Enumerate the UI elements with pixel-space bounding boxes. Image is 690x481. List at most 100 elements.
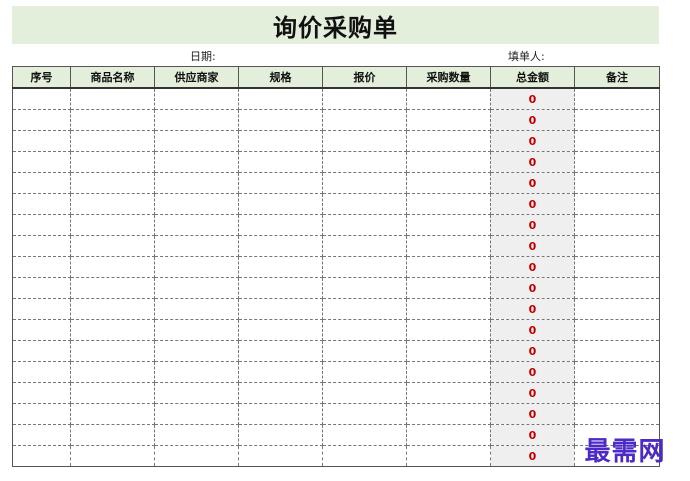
cell-price[interactable] — [322, 214, 407, 236]
cell-spec[interactable] — [238, 298, 323, 320]
cell-supplier[interactable] — [154, 130, 239, 152]
cell-spec[interactable] — [238, 382, 323, 404]
cell-spec[interactable] — [238, 445, 323, 467]
cell-supplier[interactable] — [154, 193, 239, 215]
cell-total[interactable]: 0 — [490, 193, 575, 215]
cell-price[interactable] — [322, 319, 407, 341]
cell-qty[interactable] — [406, 88, 491, 110]
cell-supplier[interactable] — [154, 424, 239, 446]
cell-note[interactable] — [574, 109, 660, 131]
cell-supplier[interactable] — [154, 277, 239, 299]
cell-spec[interactable] — [238, 319, 323, 341]
cell-note[interactable] — [574, 130, 660, 152]
cell-name[interactable] — [70, 130, 155, 152]
cell-index[interactable] — [12, 130, 71, 152]
cell-index[interactable] — [12, 277, 71, 299]
cell-total[interactable]: 0 — [490, 130, 575, 152]
cell-total[interactable]: 0 — [490, 445, 575, 467]
cell-index[interactable] — [12, 445, 71, 467]
cell-spec[interactable] — [238, 193, 323, 215]
cell-supplier[interactable] — [154, 361, 239, 383]
cell-name[interactable] — [70, 88, 155, 110]
cell-index[interactable] — [12, 340, 71, 362]
cell-qty[interactable] — [406, 172, 491, 194]
cell-index[interactable] — [12, 382, 71, 404]
cell-name[interactable] — [70, 445, 155, 467]
cell-price[interactable] — [322, 151, 407, 173]
cell-price[interactable] — [322, 256, 407, 278]
cell-name[interactable] — [70, 256, 155, 278]
cell-total[interactable]: 0 — [490, 382, 575, 404]
cell-total[interactable]: 0 — [490, 340, 575, 362]
cell-index[interactable] — [12, 319, 71, 341]
cell-spec[interactable] — [238, 403, 323, 425]
cell-total[interactable]: 0 — [490, 319, 575, 341]
cell-price[interactable] — [322, 88, 407, 110]
cell-note[interactable] — [574, 235, 660, 257]
cell-total[interactable]: 0 — [490, 403, 575, 425]
cell-note[interactable] — [574, 382, 660, 404]
cell-note[interactable] — [574, 403, 660, 425]
cell-index[interactable] — [12, 298, 71, 320]
cell-supplier[interactable] — [154, 298, 239, 320]
cell-name[interactable] — [70, 382, 155, 404]
cell-spec[interactable] — [238, 109, 323, 131]
cell-qty[interactable] — [406, 151, 491, 173]
cell-qty[interactable] — [406, 340, 491, 362]
cell-total[interactable]: 0 — [490, 109, 575, 131]
cell-qty[interactable] — [406, 424, 491, 446]
cell-price[interactable] — [322, 235, 407, 257]
cell-name[interactable] — [70, 319, 155, 341]
cell-spec[interactable] — [238, 424, 323, 446]
cell-total[interactable]: 0 — [490, 214, 575, 236]
cell-qty[interactable] — [406, 403, 491, 425]
cell-supplier[interactable] — [154, 172, 239, 194]
cell-name[interactable] — [70, 235, 155, 257]
cell-name[interactable] — [70, 361, 155, 383]
cell-qty[interactable] — [406, 193, 491, 215]
cell-supplier[interactable] — [154, 214, 239, 236]
cell-qty[interactable] — [406, 298, 491, 320]
cell-spec[interactable] — [238, 277, 323, 299]
cell-spec[interactable] — [238, 256, 323, 278]
cell-qty[interactable] — [406, 130, 491, 152]
cell-price[interactable] — [322, 424, 407, 446]
cell-qty[interactable] — [406, 445, 491, 467]
cell-name[interactable] — [70, 193, 155, 215]
cell-index[interactable] — [12, 256, 71, 278]
cell-spec[interactable] — [238, 172, 323, 194]
cell-note[interactable] — [574, 277, 660, 299]
cell-spec[interactable] — [238, 88, 323, 110]
cell-qty[interactable] — [406, 214, 491, 236]
cell-index[interactable] — [12, 151, 71, 173]
cell-total[interactable]: 0 — [490, 172, 575, 194]
cell-supplier[interactable] — [154, 340, 239, 362]
cell-spec[interactable] — [238, 361, 323, 383]
cell-price[interactable] — [322, 361, 407, 383]
cell-note[interactable] — [574, 214, 660, 236]
cell-note[interactable] — [574, 298, 660, 320]
cell-total[interactable]: 0 — [490, 361, 575, 383]
cell-spec[interactable] — [238, 235, 323, 257]
cell-name[interactable] — [70, 214, 155, 236]
cell-supplier[interactable] — [154, 403, 239, 425]
cell-total[interactable]: 0 — [490, 424, 575, 446]
cell-spec[interactable] — [238, 130, 323, 152]
cell-name[interactable] — [70, 340, 155, 362]
cell-supplier[interactable] — [154, 319, 239, 341]
cell-name[interactable] — [70, 298, 155, 320]
cell-supplier[interactable] — [154, 109, 239, 131]
cell-name[interactable] — [70, 403, 155, 425]
cell-note[interactable] — [574, 361, 660, 383]
cell-index[interactable] — [12, 424, 71, 446]
cell-qty[interactable] — [406, 235, 491, 257]
cell-total[interactable]: 0 — [490, 256, 575, 278]
cell-note[interactable] — [574, 172, 660, 194]
cell-price[interactable] — [322, 403, 407, 425]
cell-name[interactable] — [70, 151, 155, 173]
cell-qty[interactable] — [406, 277, 491, 299]
cell-spec[interactable] — [238, 340, 323, 362]
cell-note[interactable] — [574, 88, 660, 110]
cell-note[interactable] — [574, 340, 660, 362]
cell-qty[interactable] — [406, 109, 491, 131]
